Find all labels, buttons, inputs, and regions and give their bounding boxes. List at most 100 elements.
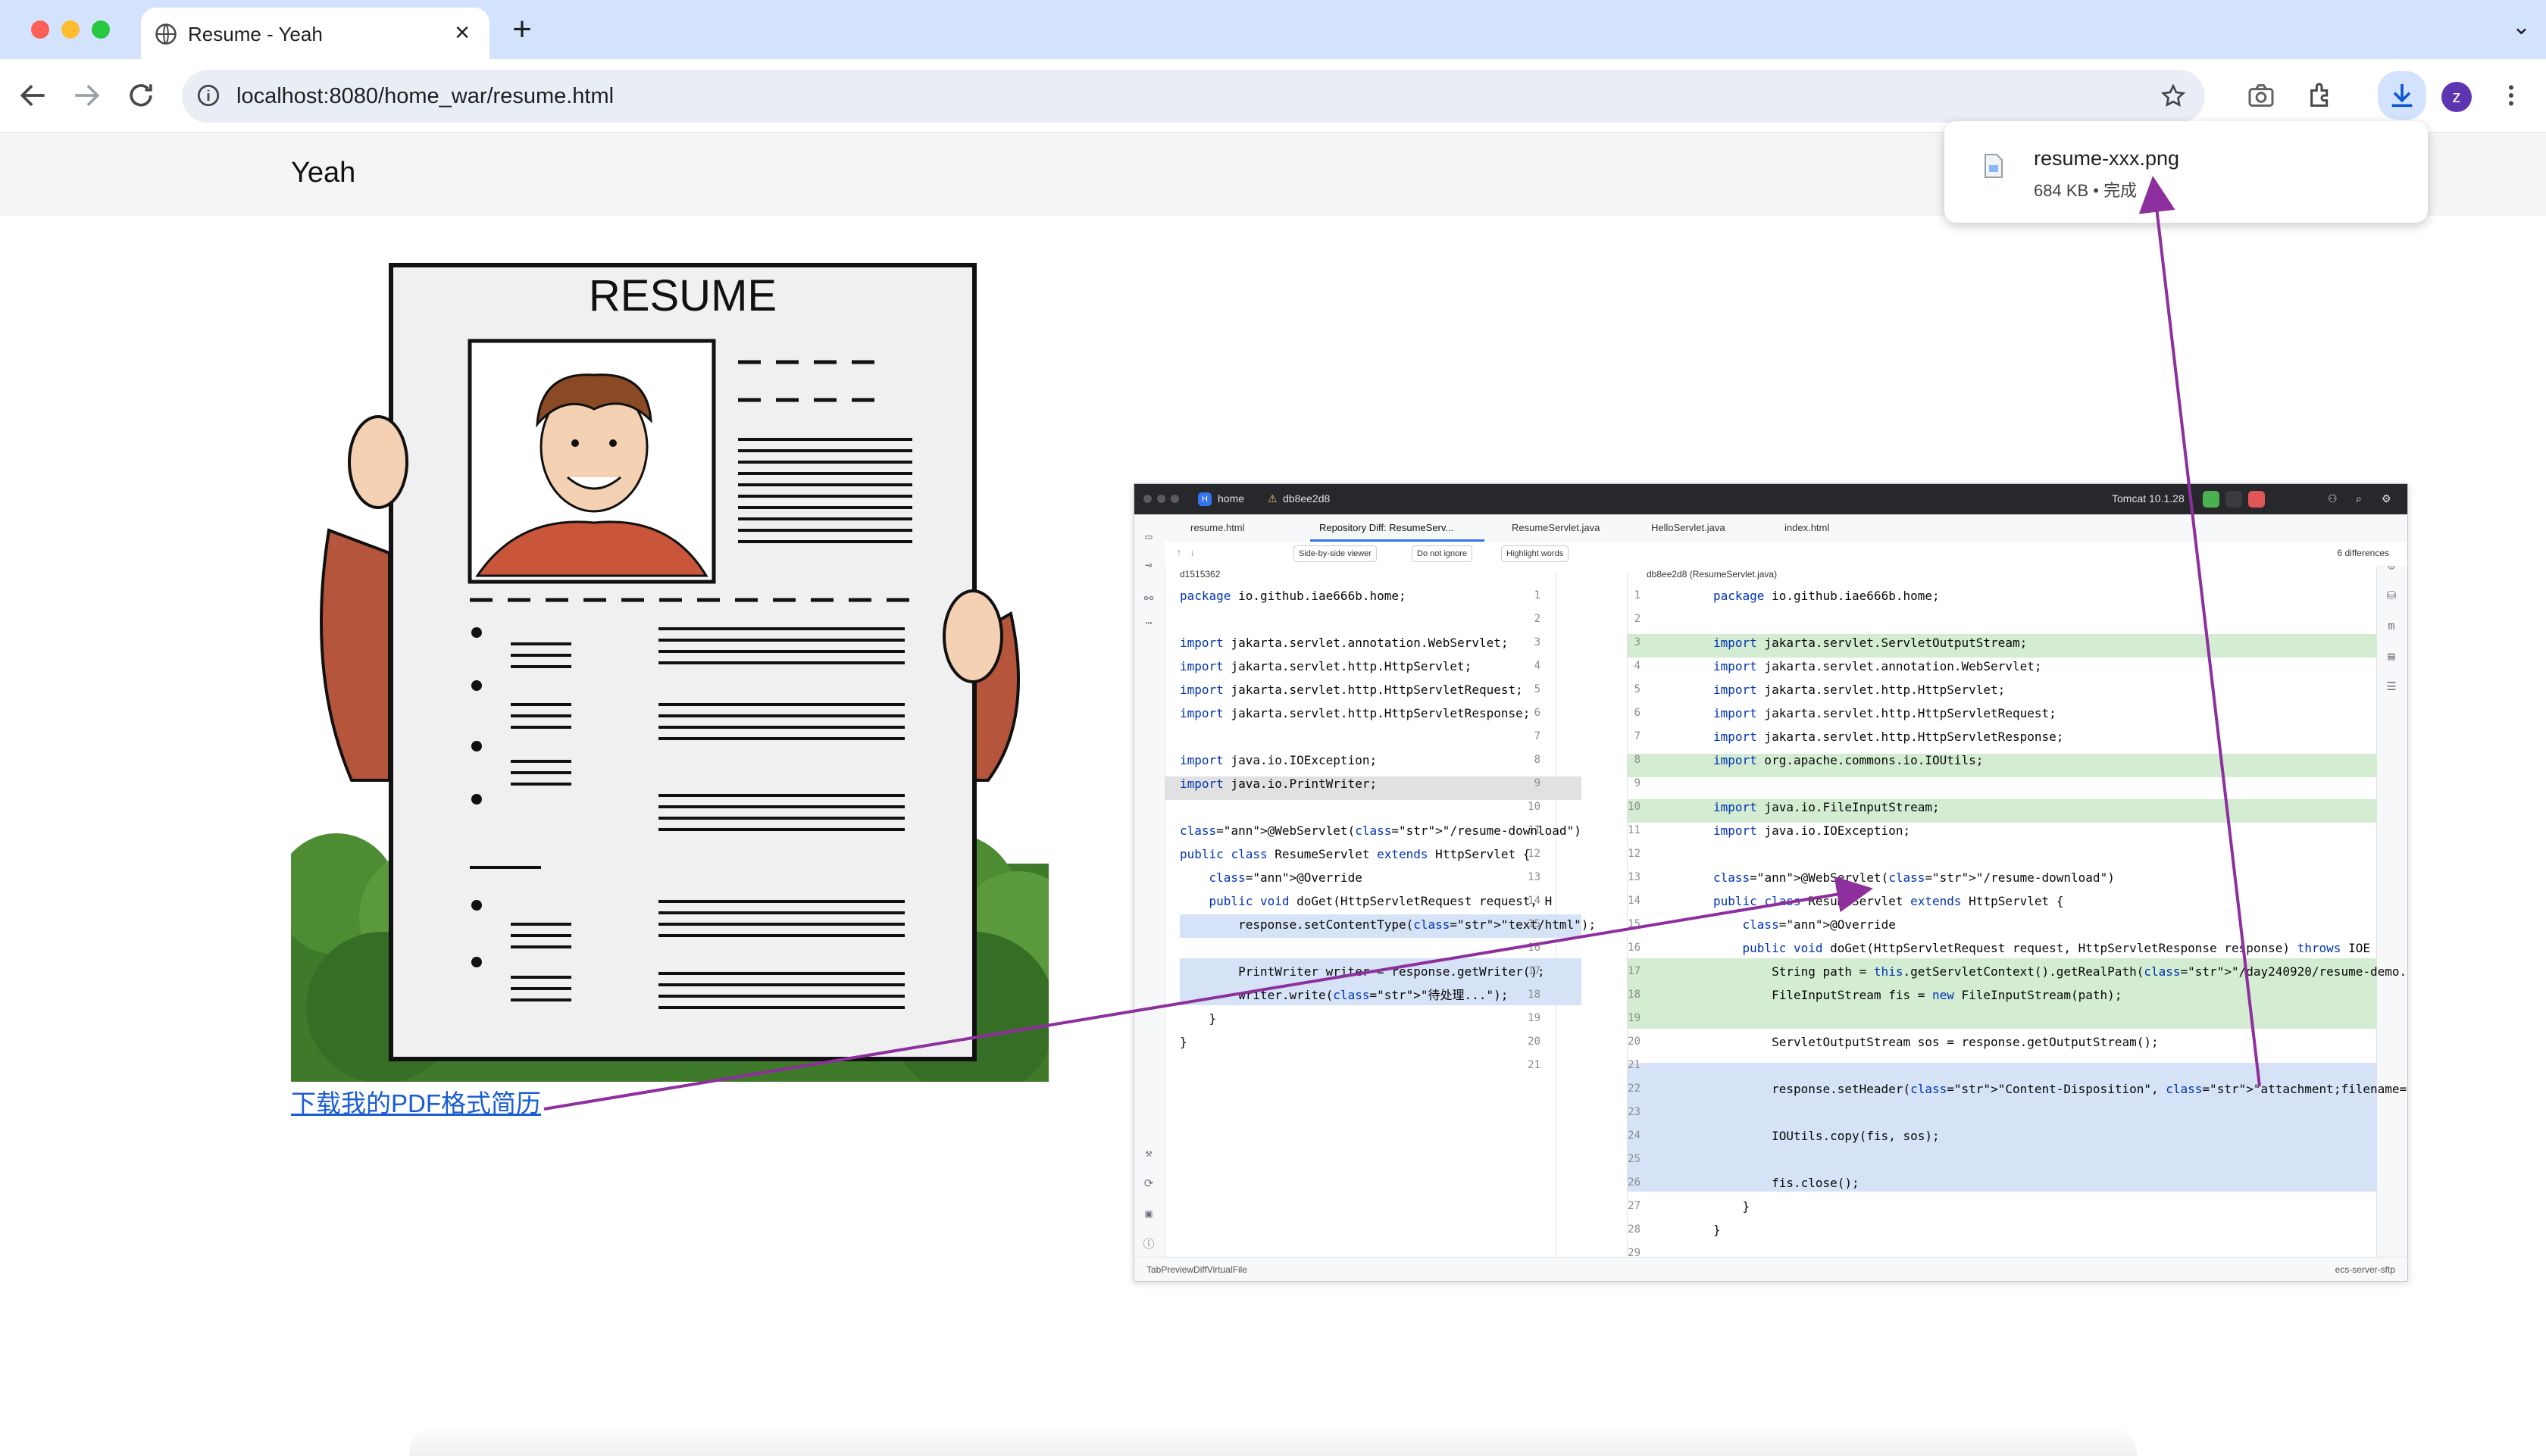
commit-icon[interactable]: ⊸ [1142, 558, 1156, 572]
tab-repository-diff[interactable]: Repository Diff: ResumeServ... [1319, 522, 1453, 533]
resume-heading: RESUME [589, 271, 777, 320]
left-line-number: 18 [1528, 989, 1540, 1001]
documents-icon[interactable]: ▤ [2385, 649, 2398, 663]
bookmark-star-icon[interactable] [2160, 83, 2187, 110]
url-text[interactable]: localhost:8080/home_war/resume.html [236, 84, 614, 109]
ide-titlebar: H home ⚠ db8ee2d8 Tomcat 10.1.28 ⚇ ⌕ ⚙ [1134, 484, 2407, 514]
right-code-line: import jakarta.servlet.http.HttpServlet; [1713, 683, 2006, 697]
download-pdf-resume-link[interactable]: 下载我的PDF格式简历 [291, 1083, 541, 1120]
maven-icon[interactable]: m [2385, 619, 2398, 633]
back-icon[interactable] [17, 79, 50, 112]
left-code-line: PrintWriter writer = response.getWriter(… [1180, 964, 1545, 979]
prev-diff-icon[interactable]: ↑ [1177, 547, 1181, 558]
debug-icon[interactable] [2203, 491, 2219, 508]
right-code-line: public void doGet(HttpServletRequest req… [1742, 941, 2370, 955]
download-icon [2391, 84, 2413, 108]
more-icon[interactable]: ⋯ [1142, 616, 1156, 630]
screenshot-icon[interactable] [2246, 80, 2276, 111]
download-bubble: resume-xxx.png 684 KB • 完成 [1944, 121, 2428, 223]
left-line-number: 20 [1528, 1036, 1540, 1048]
left-code-line: import jakarta.servlet.http.HttpServletR… [1180, 683, 1523, 697]
ide-right-toolbar: ⍾ ◎ ⛁ m ▤ ☰ [2376, 514, 2407, 1272]
forward-icon[interactable] [70, 79, 103, 112]
user-icon[interactable]: ⚇ [2328, 492, 2338, 505]
right-line-number: 13 [1628, 871, 1641, 883]
ide-editor-tabs: resume.html Repository Diff: ResumeServ.… [1165, 514, 2407, 542]
right-line-number: 19 [1628, 1012, 1641, 1024]
tab-strip: Resume - Yeah × + ⌄ [0, 0, 2546, 59]
left-pane-header: d1515362 [1180, 569, 1221, 580]
right-line-number: 12 [1628, 848, 1641, 860]
status-file: TabPreviewDiffVirtualFile [1146, 1264, 1247, 1275]
window-close-button[interactable] [31, 20, 49, 39]
whitespace-select[interactable]: Do not ignore [1412, 545, 1473, 562]
left-code-line: public class ResumeServlet extends HttpS… [1180, 847, 1531, 861]
resume-illustration: RESUME [291, 263, 1049, 1082]
right-code-line: import jakarta.servlet.http.HttpServletR… [1713, 730, 2064, 744]
build-icon[interactable]: ⚒ [1142, 1146, 1156, 1160]
globe-icon [155, 23, 177, 45]
highlight-select[interactable]: Highlight words [1501, 545, 1569, 562]
tab-search-chevron-icon[interactable]: ⌄ [2512, 14, 2531, 40]
services-icon[interactable]: ⟳ [1142, 1176, 1156, 1190]
right-code-line: import org.apache.commons.io.IOUtils; [1713, 753, 1984, 767]
structure-icon[interactable]: ⚯ [1142, 592, 1156, 605]
downloads-button[interactable] [2378, 71, 2426, 120]
left-code-line: import java.io.PrintWriter; [1180, 776, 1378, 791]
problems-icon[interactable]: ⓘ [1142, 1237, 1156, 1251]
search-icon[interactable]: ⌕ [2356, 492, 2362, 505]
download-meta: 684 KB • 完成 [2034, 181, 2138, 200]
browser-tab[interactable]: Resume - Yeah × [141, 8, 489, 59]
right-line-number: 11 [1628, 824, 1641, 836]
window-minimize-button[interactable] [61, 20, 80, 39]
left-code-line: class="ann">@Override [1209, 870, 1362, 885]
right-line-number: 6 [1634, 707, 1641, 719]
ide-status-bar: TabPreviewDiffVirtualFile ecs-server-sft… [1134, 1257, 2407, 1281]
ide-project-name[interactable]: home [1218, 492, 1244, 505]
ide-screenshot: H home ⚠ db8ee2d8 Tomcat 10.1.28 ⚇ ⌕ ⚙ ▭… [1134, 483, 2408, 1282]
tab-close-icon[interactable]: × [447, 18, 477, 48]
differences-count: 6 differences [2337, 548, 2390, 558]
tab-resume-html[interactable]: resume.html [1190, 522, 1245, 533]
address-bar[interactable]: localhost:8080/home_war/resume.html [182, 70, 2205, 123]
site-info-icon[interactable] [195, 83, 221, 108]
database-icon[interactable]: ⛁ [2385, 589, 2398, 602]
tab-resumeservlet-java[interactable]: ResumeServlet.java [1512, 522, 1600, 533]
right-code-line: IOUtils.copy(fis, sos); [1713, 1129, 1940, 1143]
right-code-line: public class ResumeServlet extends HttpS… [1713, 894, 2064, 908]
window-zoom-button[interactable] [92, 20, 110, 39]
right-code-line: ServletOutputStream sos = response.getOu… [1713, 1035, 2159, 1049]
left-line-number: 16 [1528, 942, 1540, 954]
right-line-number: 4 [1634, 660, 1641, 672]
left-code-line: import jakarta.servlet.annotation.WebSer… [1180, 636, 1509, 650]
right-code-line: import jakarta.servlet.annotation.WebSer… [1713, 659, 2042, 673]
new-tab-button[interactable]: + [503, 11, 541, 48]
menu-icon[interactable] [2498, 80, 2525, 111]
left-code-line: class="ann">@WebServlet(class="str">"/re… [1180, 823, 1581, 838]
settings-gear-icon[interactable]: ⚙ [2382, 492, 2391, 505]
extensions-icon[interactable] [2307, 80, 2337, 111]
right-line-number: 5 [1634, 683, 1641, 695]
left-code-line: import jakarta.servlet.http.HttpServletR… [1180, 706, 1531, 720]
tab-index-html[interactable]: index.html [1784, 522, 1829, 533]
right-code-line: import jakarta.servlet.http.HttpServletR… [1713, 706, 2057, 720]
folder-icon[interactable]: ▭ [1142, 530, 1156, 543]
terminal-icon[interactable]: ▣ [1142, 1207, 1156, 1220]
viewer-select[interactable]: Side-by-side viewer [1293, 545, 1377, 562]
warning-icon: ⚠ [1268, 492, 1278, 505]
next-diff-icon[interactable]: ↓ [1190, 547, 1195, 558]
ide-commit[interactable]: db8ee2d8 [1283, 492, 1330, 505]
right-line-number: 2 [1634, 613, 1641, 625]
right-line-number: 7 [1634, 730, 1641, 742]
tab-helloservlet-java[interactable]: HelloServlet.java [1651, 522, 1725, 533]
stop-icon[interactable] [2248, 491, 2265, 508]
tab-title: Resume - Yeah [188, 23, 323, 45]
left-line-number: 13 [1528, 871, 1540, 883]
run-icon[interactable] [2225, 491, 2242, 508]
profile-avatar[interactable]: z [2441, 82, 2472, 112]
structure-view-icon[interactable]: ☰ [2385, 680, 2398, 693]
download-filename[interactable]: resume-xxx.png [2034, 147, 2179, 170]
ide-run-config[interactable]: Tomcat 10.1.28 [2112, 492, 2185, 505]
left-code-line: package io.github.iae666b.home; [1180, 589, 1406, 603]
reload-icon[interactable] [124, 79, 158, 112]
